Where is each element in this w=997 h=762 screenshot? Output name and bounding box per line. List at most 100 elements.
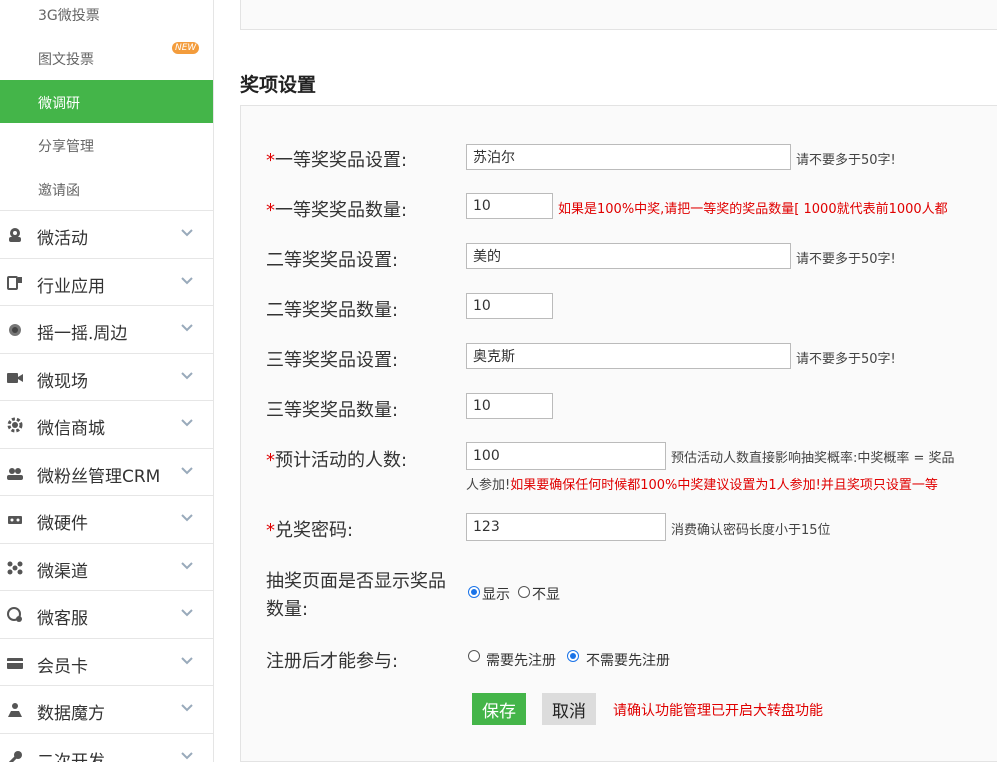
sidebar-item-label: 摇一摇.周边 xyxy=(37,324,128,344)
first-prize-qty-input[interactable] xyxy=(466,193,553,219)
required-mark: * xyxy=(266,450,275,471)
field-hint: 消费确认密码长度小于15位 xyxy=(671,523,831,538)
sidebar-item-data-cube[interactable]: 数据魔方 xyxy=(0,685,213,733)
channel-icon xyxy=(7,561,23,575)
sidebar-item-fans-crm[interactable]: 微粉丝管理CRM xyxy=(0,448,213,496)
sidebar-item-industry-apps[interactable]: 行业应用 xyxy=(0,258,213,306)
field-hint: 预估活动人数直接影响抽奖概率:中奖概率 = 奖品 xyxy=(671,451,955,466)
hide-qty-radio[interactable] xyxy=(518,586,530,598)
radio-label: 不显 xyxy=(532,587,560,603)
sidebar-item-label: 微活动 xyxy=(37,229,88,249)
sidebar-item-shake-nearby[interactable]: 摇一摇.周边 xyxy=(0,305,213,353)
field-hint: 请不要多于50字! xyxy=(796,153,896,168)
label-text: 兑奖密码: xyxy=(275,520,354,541)
label-line2: 数量: xyxy=(266,599,309,620)
sidebar-item-picture-vote[interactable]: 图文投票 NEW xyxy=(0,36,213,79)
field-label: *一等奖奖品设置: xyxy=(266,146,407,172)
sidebar-item-label: 微硬件 xyxy=(37,514,88,534)
main-content: 奖项设置 *一等奖奖品设置: 请不要多于50字! *一等奖奖品数量: 如果是10… xyxy=(213,0,997,762)
second-prize-qty-input[interactable] xyxy=(466,293,553,319)
cancel-button[interactable]: 取消 xyxy=(542,693,596,725)
field-label: *兑奖密码: xyxy=(266,516,353,542)
third-prize-qty-input[interactable] xyxy=(466,393,553,419)
sidebar-item-member-card[interactable]: 会员卡 xyxy=(0,638,213,686)
chevron-down-icon xyxy=(181,657,193,665)
no-register-radio[interactable] xyxy=(567,650,579,662)
field-label: *一等奖奖品数量: xyxy=(266,196,407,222)
sidebar-item-label: 微客服 xyxy=(37,609,88,629)
chevron-down-icon xyxy=(181,609,193,617)
field-label: 二等奖奖品设置: xyxy=(266,250,399,271)
field-hint: 请不要多于50字! xyxy=(796,252,896,267)
chevron-down-icon xyxy=(181,562,193,570)
need-register-radio[interactable] xyxy=(468,650,480,662)
users-icon xyxy=(7,468,23,480)
hardware-icon xyxy=(8,516,22,524)
third-prize-name-input[interactable] xyxy=(466,343,791,369)
sidebar-item-channel[interactable]: 微渠道 xyxy=(0,543,213,591)
field-hint-line2: 人参加!如果要确保任何时候都100%中奖建议设置为1人参加!并且奖项只设置一等 xyxy=(466,474,938,493)
sidebar: 3G微投票 图文投票 NEW 微调研 分享管理 邀请函 微活动 行业应用 摇一摇… xyxy=(0,0,214,762)
previous-section-box xyxy=(240,0,997,30)
page-title: 奖项设置 xyxy=(240,74,317,96)
chevron-down-icon xyxy=(181,704,193,712)
prize-settings-form: *一等奖奖品设置: 请不要多于50字! *一等奖奖品数量: 如果是100%中奖,… xyxy=(240,105,997,762)
chevron-down-icon xyxy=(181,752,193,760)
industry-app-icon xyxy=(7,276,22,290)
sidebar-item-label: 微粉丝管理CRM xyxy=(37,467,161,487)
sidebar-item-label: 会员卡 xyxy=(37,657,88,677)
gear-icon xyxy=(7,417,23,433)
sidebar-item-survey[interactable]: 微调研 xyxy=(0,80,213,123)
field-hint: 请不要多于50字! xyxy=(796,352,896,367)
redeem-password-input[interactable] xyxy=(466,513,666,541)
sidebar-item-live[interactable]: 微现场 xyxy=(0,353,213,401)
sidebar-item-label: 微现场 xyxy=(37,372,88,392)
label-text: 一等奖奖品设置: xyxy=(275,150,408,171)
sidebar-item-share-management[interactable]: 分享管理 xyxy=(0,123,213,166)
field-hint-warning: 如果是100%中奖,请把一等奖的奖品数量[ 1000就代表前1000人都 xyxy=(558,202,948,217)
sidebar-item-label: 3G微投票 xyxy=(38,8,100,24)
sidebar-item-3g-vote[interactable]: 3G微投票 xyxy=(0,0,213,35)
required-mark: * xyxy=(266,150,275,171)
field-label: 抽奖页面是否显示奖品 数量: xyxy=(266,568,446,624)
label-line1: 抽奖页面是否显示奖品 xyxy=(266,571,446,592)
sidebar-item-hardware[interactable]: 微硬件 xyxy=(0,495,213,543)
field-label: 三等奖奖品设置: xyxy=(266,350,399,371)
label-text: 一等奖奖品数量: xyxy=(275,200,408,221)
data-cube-icon xyxy=(8,703,22,717)
sidebar-item-customer-service[interactable]: 微客服 xyxy=(0,590,213,638)
sidebar-item-label: 二次开发 xyxy=(37,752,105,762)
footer-note: 请确认功能管理已开启大转盘功能 xyxy=(613,703,823,719)
chevron-down-icon xyxy=(181,229,193,237)
video-camera-icon xyxy=(7,373,23,383)
chevron-down-icon xyxy=(181,324,193,332)
first-prize-name-input[interactable] xyxy=(466,144,791,170)
show-qty-radio[interactable] xyxy=(468,586,480,598)
sidebar-item-dev[interactable]: 二次开发 xyxy=(0,733,213,762)
expected-people-input[interactable] xyxy=(466,442,666,470)
new-badge: NEW xyxy=(172,42,200,54)
sidebar-item-invitation[interactable]: 邀请函 xyxy=(0,167,213,210)
sidebar-item-wechat-mall[interactable]: 微信商城 xyxy=(0,400,213,448)
sidebar-item-label: 微调研 xyxy=(38,96,80,112)
field-label: 二等奖奖品数量: xyxy=(266,300,399,321)
save-button[interactable]: 保存 xyxy=(472,693,526,725)
second-prize-name-input[interactable] xyxy=(466,243,791,269)
sidebar-item-label: 分享管理 xyxy=(38,139,94,155)
chevron-down-icon xyxy=(181,419,193,427)
customer-service-icon xyxy=(7,607,22,622)
field-label: *预计活动的人数: xyxy=(266,446,407,472)
radio-label: 不需要先注册 xyxy=(586,653,670,669)
radio-label: 显示 xyxy=(482,587,510,603)
field-label: 三等奖奖品数量: xyxy=(266,400,399,421)
sidebar-item-activities[interactable]: 微活动 xyxy=(0,210,213,258)
activity-icon xyxy=(9,228,21,242)
sidebar-item-label: 行业应用 xyxy=(37,277,105,297)
chevron-down-icon xyxy=(181,467,193,475)
label-text: 预计活动的人数: xyxy=(275,450,408,471)
sidebar-item-label: 图文投票 xyxy=(38,52,94,68)
card-icon xyxy=(7,658,23,669)
required-mark: * xyxy=(266,520,275,541)
chevron-down-icon xyxy=(181,514,193,522)
sidebar-item-label: 微渠道 xyxy=(37,562,88,582)
